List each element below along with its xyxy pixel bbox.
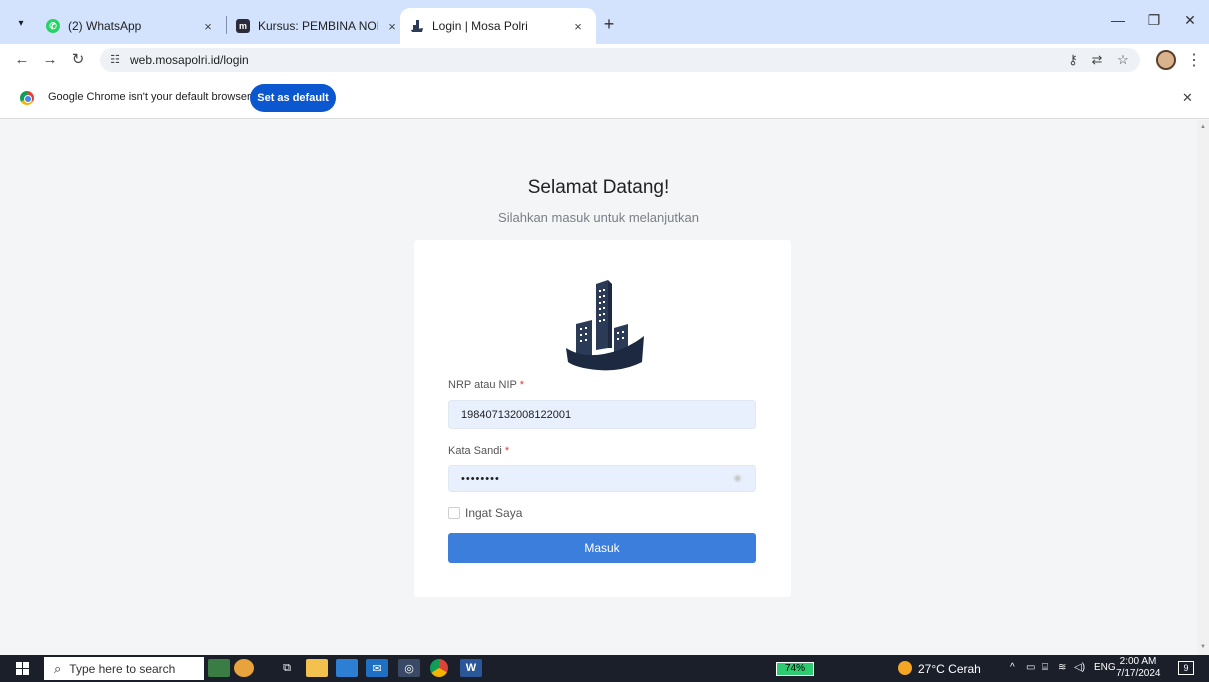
password-input-value: •••••••• [461, 472, 500, 485]
wifi-icon[interactable]: ≋ [1058, 662, 1066, 673]
login-card: NRP atau NIP * 198407132008122001 Kata S… [414, 240, 791, 597]
clock-date: 7/17/2024 [1116, 668, 1161, 679]
password-label: Kata Sandi * [448, 445, 509, 457]
page-title: Selamat Datang! [527, 177, 670, 198]
clock[interactable]: 2:00 AM 7/17/2024 [1116, 656, 1161, 680]
back-arrow-icon[interactable]: ← [12, 51, 32, 71]
taskbar-search-box[interactable]: ⌕ Type here to search [44, 657, 204, 680]
tab-kursus[interactable]: m Kursus: PEMBINA NOLIK DWI A × [226, 8, 410, 44]
menu-kebab-icon[interactable]: ⋮ [1186, 50, 1202, 70]
close-tab-icon[interactable]: × [200, 19, 216, 34]
clock-time: 2:00 AM [1119, 656, 1157, 667]
address-bar[interactable]: ☷ web.mosapolri.id/login ⚷ ⇄ ☆ [100, 48, 1140, 72]
login-button[interactable]: Masuk [448, 533, 756, 563]
close-window-icon[interactable]: ✕ [1176, 12, 1204, 29]
windows-taskbar: ⌕ Type here to search ⧉ ✉ ◎ W 74% 27°C C… [0, 655, 1209, 682]
show-password-eye-icon[interactable]: ◉ [733, 473, 743, 484]
network-icon[interactable]: ⌸ [1042, 662, 1048, 673]
infobar-message: Google Chrome isn't your default browser [48, 91, 251, 103]
cortana-character-icon[interactable] [234, 659, 254, 677]
password-label-text: Kata Sandi [448, 445, 502, 457]
tab-title: (2) WhatsApp [68, 19, 142, 33]
language-indicator[interactable]: ENG [1094, 662, 1116, 673]
close-infobar-icon[interactable]: ✕ [1182, 90, 1193, 106]
translate-icon[interactable]: ⇄ [1088, 52, 1106, 68]
scroll-down-arrow-icon[interactable]: ▼ [1200, 644, 1206, 650]
required-mark: * [504, 445, 510, 457]
battery-indicator[interactable]: 74% [776, 662, 814, 676]
set-as-default-button[interactable]: Set as default [250, 84, 336, 112]
browser-toolbar: ← → ↻ ☷ web.mosapolri.id/login ⚷ ⇄ ☆ [0, 44, 1209, 76]
remember-me-checkbox[interactable] [448, 507, 460, 519]
chrome-taskbar-icon[interactable] [430, 659, 448, 677]
restore-icon[interactable]: ❐ [1140, 12, 1168, 29]
required-mark: * [519, 379, 525, 391]
tab-login-mosa[interactable]: Login | Mosa Polri × [400, 8, 596, 44]
close-tab-icon[interactable]: × [570, 19, 586, 34]
mosa-icon [410, 19, 424, 33]
whatsapp-icon: ✆ [46, 19, 60, 33]
weather-sun-icon [898, 661, 912, 675]
file-explorer-icon[interactable] [306, 659, 328, 677]
page-content: Selamat Datang! Silahkan masuk untuk mel… [0, 120, 1197, 655]
site-info-icon[interactable]: ☷ [106, 51, 124, 69]
forward-arrow-icon[interactable]: → [40, 51, 60, 71]
default-browser-infobar: Google Chrome isn't your default browser… [0, 76, 1209, 119]
url-text[interactable]: web.mosapolri.id/login [130, 53, 249, 67]
nrp-label-text: NRP atau NIP [448, 379, 517, 391]
windows-start-icon[interactable] [14, 655, 30, 682]
search-icon: ⌕ [54, 660, 62, 676]
close-tab-icon[interactable]: × [384, 19, 400, 34]
battery-tray-icon[interactable]: ▭ [1026, 662, 1035, 673]
new-tab-button[interactable]: + [598, 14, 620, 36]
volume-icon[interactable]: ◁) [1074, 662, 1085, 673]
password-input[interactable]: •••••••• ◉ [448, 465, 756, 492]
chrome-logo-icon [20, 91, 34, 105]
page-scrollbar[interactable] [1197, 120, 1209, 655]
minimize-icon[interactable]: — [1104, 12, 1132, 28]
widget-books-icon[interactable] [208, 659, 230, 677]
store-icon[interactable] [336, 659, 358, 677]
moodle-icon: m [236, 19, 250, 33]
tab-title: Kursus: PEMBINA NOLIK DWI A [258, 19, 378, 33]
reload-icon[interactable]: ↻ [68, 51, 88, 71]
scroll-up-arrow-icon[interactable]: ▲ [1200, 124, 1206, 130]
camera-icon[interactable]: ◎ [398, 659, 420, 677]
nrp-label: NRP atau NIP * [448, 379, 524, 391]
password-key-icon[interactable]: ⚷ [1064, 52, 1082, 68]
nrp-input-value: 198407132008122001 [461, 408, 572, 421]
word-icon[interactable]: W [460, 659, 482, 677]
tab-search-chevron-icon[interactable]: ▾ [10, 12, 32, 34]
notifications-icon[interactable]: 9 [1178, 661, 1194, 675]
tray-chevron-icon[interactable]: ^ [1010, 662, 1015, 673]
remember-me-label[interactable]: Ingat Saya [465, 506, 522, 520]
tab-whatsapp[interactable]: ✆ (2) WhatsApp × [36, 8, 226, 44]
mail-icon[interactable]: ✉ [366, 659, 388, 677]
building-logo-icon [566, 280, 644, 371]
tab-title: Login | Mosa Polri [432, 19, 528, 33]
nrp-input[interactable]: 198407132008122001 [448, 400, 756, 429]
profile-avatar[interactable] [1156, 50, 1176, 70]
bookmark-star-icon[interactable]: ☆ [1114, 52, 1132, 68]
task-view-icon[interactable]: ⧉ [276, 659, 298, 677]
weather-text[interactable]: 27°C Cerah [918, 662, 981, 676]
taskbar-search-placeholder: Type here to search [69, 661, 176, 676]
page-subtitle: Silahkan masuk untuk melanjutkan [498, 210, 699, 225]
tab-strip: ▾ ✆ (2) WhatsApp × m Kursus: PEMBINA NOL… [0, 0, 1209, 44]
